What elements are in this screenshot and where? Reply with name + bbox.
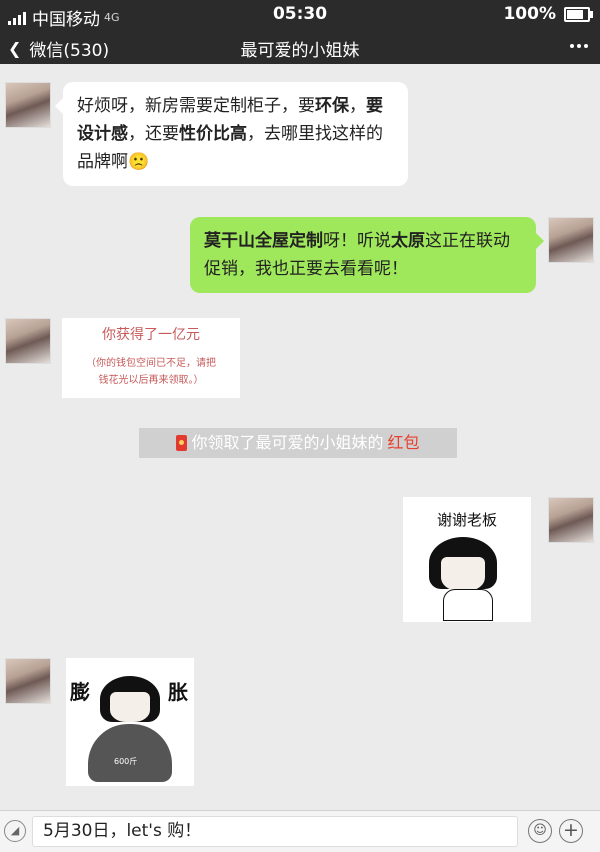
frown-emoji-icon: 🙁 — [128, 152, 150, 172]
plus-icon[interactable]: + — [559, 819, 583, 843]
sticker-swell[interactable]: 膨 胀 600斤 — [66, 658, 194, 786]
red-packet-link[interactable]: 红包 — [388, 428, 420, 458]
card-title: 你获得了一亿元 — [102, 327, 200, 343]
avatar[interactable] — [5, 318, 51, 364]
avatar[interactable] — [5, 82, 51, 128]
card-note: （你的钱包空间已不足，请把 — [86, 358, 216, 369]
avatar-self[interactable] — [548, 497, 594, 543]
message-bold-text: 太原 — [391, 231, 425, 251]
red-packet-notice: 你领取了最可爱的小姐妹的 红包 — [139, 428, 457, 458]
message-text: 呀！听说 — [323, 231, 391, 251]
emoji-icon[interactable]: ☺ — [528, 819, 552, 843]
red-packet-icon — [176, 435, 188, 451]
input-bar: ◢ 5月30日，let's 购！ ☺ + — [0, 810, 600, 852]
money-card[interactable]: 你获得了一亿元 （你的钱包空间已不足，请把 钱花光以后再来领取。） — [62, 318, 240, 398]
message-text: ， — [349, 96, 366, 116]
back-label: 微信(530) — [29, 41, 110, 61]
message-bubble-friend[interactable]: 好烦呀，新房需要定制柜子，要环保，要设计感，还要性价比高，去哪里找这样的品牌啊🙁 — [55, 82, 408, 186]
chat-header: ❮ 微信(530) 最可爱的小姐妹 — [0, 30, 600, 64]
card-note: 钱花光以后再来领取。） — [98, 375, 204, 386]
message-text: 好烦呀，新房需要定制柜子，要 — [77, 96, 315, 116]
sticker-face — [441, 557, 485, 591]
sticker-thanks-boss[interactable]: 谢谢老板 — [403, 497, 531, 622]
sticker-word: 膨 — [70, 680, 90, 704]
sticker-body — [88, 724, 172, 782]
sticker-caption: 谢谢老板 — [436, 511, 497, 529]
battery-icon — [564, 6, 593, 22]
message-input[interactable]: 5月30日，let's 购！ — [32, 816, 518, 847]
more-options-icon[interactable] — [570, 44, 588, 48]
status-bar: 中国移动 4G 05:30 100% — [0, 0, 600, 30]
sticker-word: 胀 — [168, 680, 188, 704]
message-bold-text: 莫干山全屋定制 — [204, 231, 323, 251]
notice-text: 你领取了最可爱的小姐妹的 — [191, 433, 384, 452]
battery-percent: 100% — [503, 4, 556, 24]
back-button[interactable]: ❮ 微信(530) — [8, 36, 109, 61]
voice-icon[interactable]: ◢ — [4, 820, 26, 842]
message-text: ，还要 — [128, 124, 179, 144]
sticker-body — [443, 589, 493, 621]
sticker-face — [110, 692, 150, 722]
sticker-weight: 600斤 — [114, 757, 138, 766]
message-bold-text: 性价比高 — [179, 124, 247, 144]
message-bold-text: 环保 — [315, 96, 349, 116]
avatar[interactable] — [5, 658, 51, 704]
chevron-left-icon: ❮ — [8, 39, 22, 58]
avatar-self[interactable] — [548, 217, 594, 263]
message-bubble-self[interactable]: 莫干山全屋定制呀！听说太原这正在联动促销，我也正要去看看呢！ — [190, 217, 544, 293]
